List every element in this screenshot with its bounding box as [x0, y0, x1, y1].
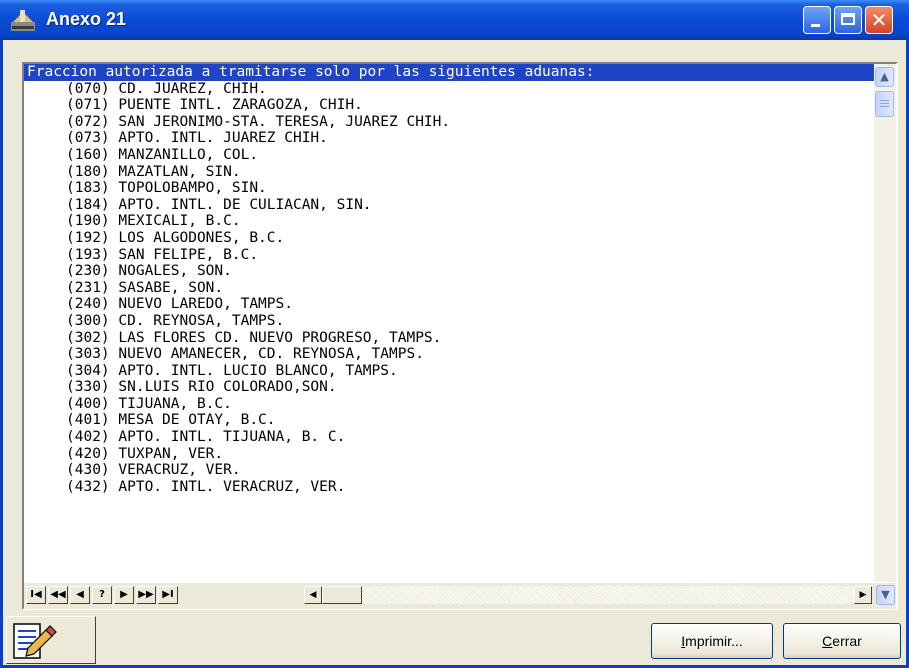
prev-record-button[interactable]: ◀: [70, 586, 90, 604]
list-item[interactable]: (402) APTO. INTL. TIJUANA, B. C.: [24, 429, 874, 446]
list-item[interactable]: (193) SAN FELIPE, B.C.: [24, 247, 874, 264]
horizontal-scroll-track[interactable]: [322, 586, 854, 604]
list-item[interactable]: (071) PUENTE INTL. ZARAGOZA, CHIH.: [24, 97, 874, 114]
window-title: Anexo 21: [46, 9, 127, 29]
edit-document-icon: [13, 623, 57, 659]
list-item[interactable]: (192) LOS ALGODONES, B.C.: [24, 230, 874, 247]
minimize-button[interactable]: [803, 6, 831, 34]
list-item[interactable]: (432) APTO. INTL. VERACRUZ, VER.: [24, 479, 874, 496]
close-accelerator: C: [822, 633, 833, 649]
list-item[interactable]: (160) MANZANILLO, COL.: [24, 147, 874, 164]
list-header-selected[interactable]: Fraccion autorizada a tramitarse solo po…: [24, 64, 874, 81]
list-item[interactable]: (183) TOPOLOBAMPO, SIN.: [24, 180, 874, 197]
list-item[interactable]: (190) MEXICALI, B.C.: [24, 213, 874, 230]
list-item[interactable]: (240) NUEVO LAREDO, TAMPS.: [24, 296, 874, 313]
scroll-right-button[interactable]: ▶: [854, 586, 872, 604]
list-content[interactable]: Fraccion autorizada a tramitarse solo po…: [24, 64, 874, 582]
chevron-up-icon: ▲: [880, 70, 889, 83]
grip-line: [880, 100, 889, 101]
chevron-down-icon: ▼: [881, 588, 890, 601]
aduanas-list[interactable]: Fraccion autorizada a tramitarse solo po…: [22, 62, 898, 610]
list-item[interactable]: (184) APTO. INTL. DE CULIACAN, SIN.: [24, 197, 874, 214]
next-page-button[interactable]: ▶▶: [136, 586, 156, 604]
list-item[interactable]: (073) APTO. INTL. JUAREZ CHIH.: [24, 130, 874, 147]
list-item[interactable]: (420) TUXPAN, VER.: [24, 446, 874, 463]
print-label: mprimir...: [685, 633, 743, 649]
edit-document-button[interactable]: [6, 616, 96, 664]
list-item[interactable]: (230) NOGALES, SON.: [24, 263, 874, 280]
scroll-down-button[interactable]: ▼: [876, 585, 895, 605]
arrow-left-icon: ◀: [309, 590, 317, 600]
navigation-bar: I◀ ◀◀ ◀ ? ▶ ▶▶ ▶I ◀ ▶: [24, 582, 896, 609]
print-button[interactable]: Imprimir...: [651, 623, 773, 659]
list-item[interactable]: (180) MAZATLAN, SIN.: [24, 164, 874, 181]
vertical-scrollbar[interactable]: ▲: [874, 64, 896, 582]
list-item[interactable]: (303) NUEVO AMANECER, CD. REYNOSA, TAMPS…: [24, 346, 874, 363]
list-item[interactable]: (300) CD. REYNOSA, TAMPS.: [24, 313, 874, 330]
list-item[interactable]: (304) APTO. INTL. LUCIO BLANCO, TAMPS.: [24, 363, 874, 380]
list-item[interactable]: (430) VERACRUZ, VER.: [24, 462, 874, 479]
list-item[interactable]: (072) SAN JERONIMO-STA. TERESA, JUAREZ C…: [24, 114, 874, 131]
close-icon: ✕: [870, 8, 888, 32]
vertical-scroll-thumb[interactable]: [875, 91, 894, 117]
next-record-button[interactable]: ▶: [114, 586, 134, 604]
close-label: errar: [832, 633, 862, 649]
last-record-button[interactable]: ▶I: [158, 586, 178, 604]
app-icon: [11, 10, 35, 31]
list-item[interactable]: (330) SN.LUIS RIO COLORADO,SON.: [24, 379, 874, 396]
list-item[interactable]: (400) TIJUANA, B.C.: [24, 396, 874, 413]
grip-line: [880, 106, 889, 107]
list-item[interactable]: (401) MESA DE OTAY, B.C.: [24, 412, 874, 429]
scroll-up-button[interactable]: ▲: [875, 67, 894, 87]
list-item[interactable]: (302) LAS FLORES CD. NUEVO PROGRESO, TAM…: [24, 330, 874, 347]
maximize-icon: [841, 13, 855, 25]
minimize-icon: [811, 24, 820, 27]
help-button[interactable]: ?: [92, 586, 112, 604]
anexo21-window: Anexo 21 ✕ Fraccion autorizada a tramita…: [0, 0, 909, 668]
list-item[interactable]: (231) SASABE, SON.: [24, 280, 874, 297]
close-window-button[interactable]: ✕: [865, 6, 893, 34]
grip-line: [880, 103, 889, 104]
rows-container: (070) CD. JUAREZ, CHIH. (071) PUENTE INTL…: [24, 81, 874, 496]
title-bar[interactable]: Anexo 21 ✕: [0, 0, 909, 40]
prev-page-button[interactable]: ◀◀: [48, 586, 68, 604]
maximize-button[interactable]: [834, 6, 862, 34]
horizontal-scroll-thumb[interactable]: [322, 586, 362, 604]
close-button[interactable]: Cerrar: [783, 623, 901, 659]
first-record-button[interactable]: I◀: [26, 586, 46, 604]
list-item[interactable]: (070) CD. JUAREZ, CHIH.: [24, 81, 874, 98]
arrow-right-icon: ▶: [859, 590, 867, 600]
scroll-left-button[interactable]: ◀: [304, 586, 322, 604]
